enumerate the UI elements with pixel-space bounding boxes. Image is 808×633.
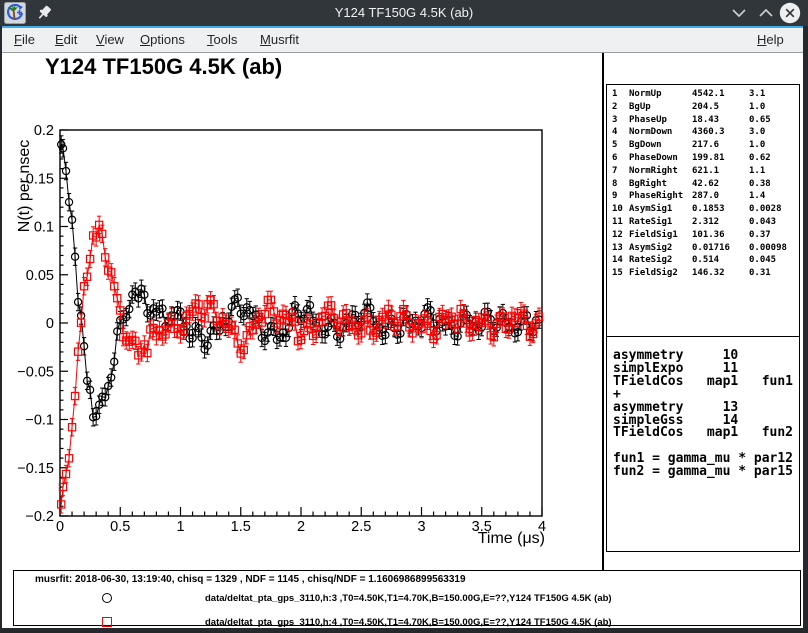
titlebar[interactable]: Y124 TF150G 4.5K (ab) [0, 0, 808, 26]
parameter-row: 3PhaseUp18.430.65 [607, 114, 799, 127]
window-title: Y124 TF150G 4.5K (ab) [0, 0, 808, 26]
parameter-row: 9PhaseRight287.01.4 [607, 190, 799, 203]
parameter-row: 15FieldSig2146.320.31 [607, 267, 799, 280]
x-tick-label: 0 [56, 519, 64, 535]
plot-canvas[interactable]: 00.511.522.533.54−0.2−0.15−0.1−0.0500.05… [0, 53, 602, 570]
menu-item-view[interactable]: View [96, 28, 124, 52]
open-square-marker [102, 617, 112, 627]
window-border-right [803, 26, 808, 633]
parameter-row: 10AsymSig10.18530.0028 [607, 203, 799, 216]
parameter-row: 6PhaseDown199.810.62 [607, 152, 799, 165]
parameter-row: 7NormRight621.11.1 [607, 165, 799, 178]
menubar: File Edit View Options Tools Musrfit Help [0, 28, 808, 53]
window-border-left [0, 26, 2, 633]
y-tick-label: −0.1 [25, 413, 54, 429]
series-line [61, 145, 539, 418]
fit-status-line: musrfit: 2018-06-30, 13:19:40, chisq = 1… [35, 574, 466, 585]
fit-parameters-box: 1NormUp4542.13.12BgUp204.51.03PhaseUp18.… [606, 84, 800, 337]
pad-divider [602, 53, 604, 570]
info-box: musrfit: 2018-06-30, 13:19:40, chisq = 1… [13, 570, 801, 626]
theory-text: asymmetry 10 simplExpo 11 TFieldCos map1… [613, 350, 793, 479]
y-tick-label: 0.05 [26, 268, 54, 284]
legend-label: data/deltat_pta_gps_3110,h:4 ,T0=4.50K,T… [205, 617, 612, 628]
parameter-row: 1NormUp4542.13.1 [607, 88, 799, 101]
parameter-row: 2BgUp204.51.0 [607, 101, 799, 114]
y-tick-label: −0.05 [17, 364, 54, 380]
maximize-button[interactable] [755, 3, 777, 23]
menu-item-edit[interactable]: Edit [55, 28, 77, 52]
legend-row: data/deltat_pta_gps_3110,h:3 ,T0=4.50K,T… [14, 592, 794, 606]
series-line [61, 225, 539, 505]
menu-item-tools[interactable]: Tools [207, 28, 237, 52]
menu-item-file[interactable]: File [14, 28, 35, 52]
open-circle-marker [102, 593, 112, 603]
menu-item-help[interactable]: Help [757, 28, 784, 52]
series-h4 [58, 216, 543, 513]
parameter-row: 13AsymSig20.017160.00098 [607, 242, 799, 255]
x-tick-label: 0.5 [110, 519, 130, 535]
theory-box: asymmetry 10 simplExpo 11 TFieldCos map1… [606, 337, 800, 552]
y-tick-label: −0.15 [17, 461, 54, 477]
y-axis-title: N(t) per nsec [16, 140, 33, 232]
menu-item-options[interactable]: Options [140, 28, 185, 52]
window-border-bottom [0, 628, 808, 633]
minimize-button[interactable] [728, 3, 750, 23]
x-tick-label: 1.5 [231, 519, 251, 535]
parameter-row: 12FieldSig1101.360.37 [607, 229, 799, 242]
root-canvas: Y124 TF150G 4.5K (ab) 00.511.522.533.54−… [0, 53, 808, 570]
parameter-row: 8BgRight42.620.38 [607, 178, 799, 191]
parameter-row: 11RateSig12.3120.043 [607, 216, 799, 229]
info-pad: musrfit: 2018-06-30, 13:19:40, chisq = 1… [0, 570, 808, 628]
series-h3 [58, 136, 543, 426]
legend-label: data/deltat_pta_gps_3110,h:3 ,T0=4.50K,T… [205, 593, 612, 604]
x-tick-label: 2.5 [351, 519, 371, 535]
parameter-row: 14RateSig20.5140.045 [607, 254, 799, 267]
y-tick-label: 0.2 [34, 123, 54, 139]
x-tick-label: 1 [176, 519, 184, 535]
x-tick-label: 2 [297, 519, 305, 535]
close-button[interactable] [779, 2, 801, 24]
y-tick-label: 0 [46, 316, 54, 332]
x-axis-title: Time (μs) [478, 530, 545, 547]
parameter-row: 4NormDown4360.33.0 [607, 126, 799, 139]
y-tick-label: 0.1 [34, 220, 54, 236]
parameter-row: 5BgDown217.61.0 [607, 139, 799, 152]
x-tick-label: 3 [417, 519, 425, 535]
y-tick-label: −0.2 [25, 509, 54, 525]
menu-item-musrfit[interactable]: Musrfit [260, 28, 299, 52]
application-window: Y124 TF150G 4.5K (ab) File Edit View Option… [0, 0, 808, 633]
